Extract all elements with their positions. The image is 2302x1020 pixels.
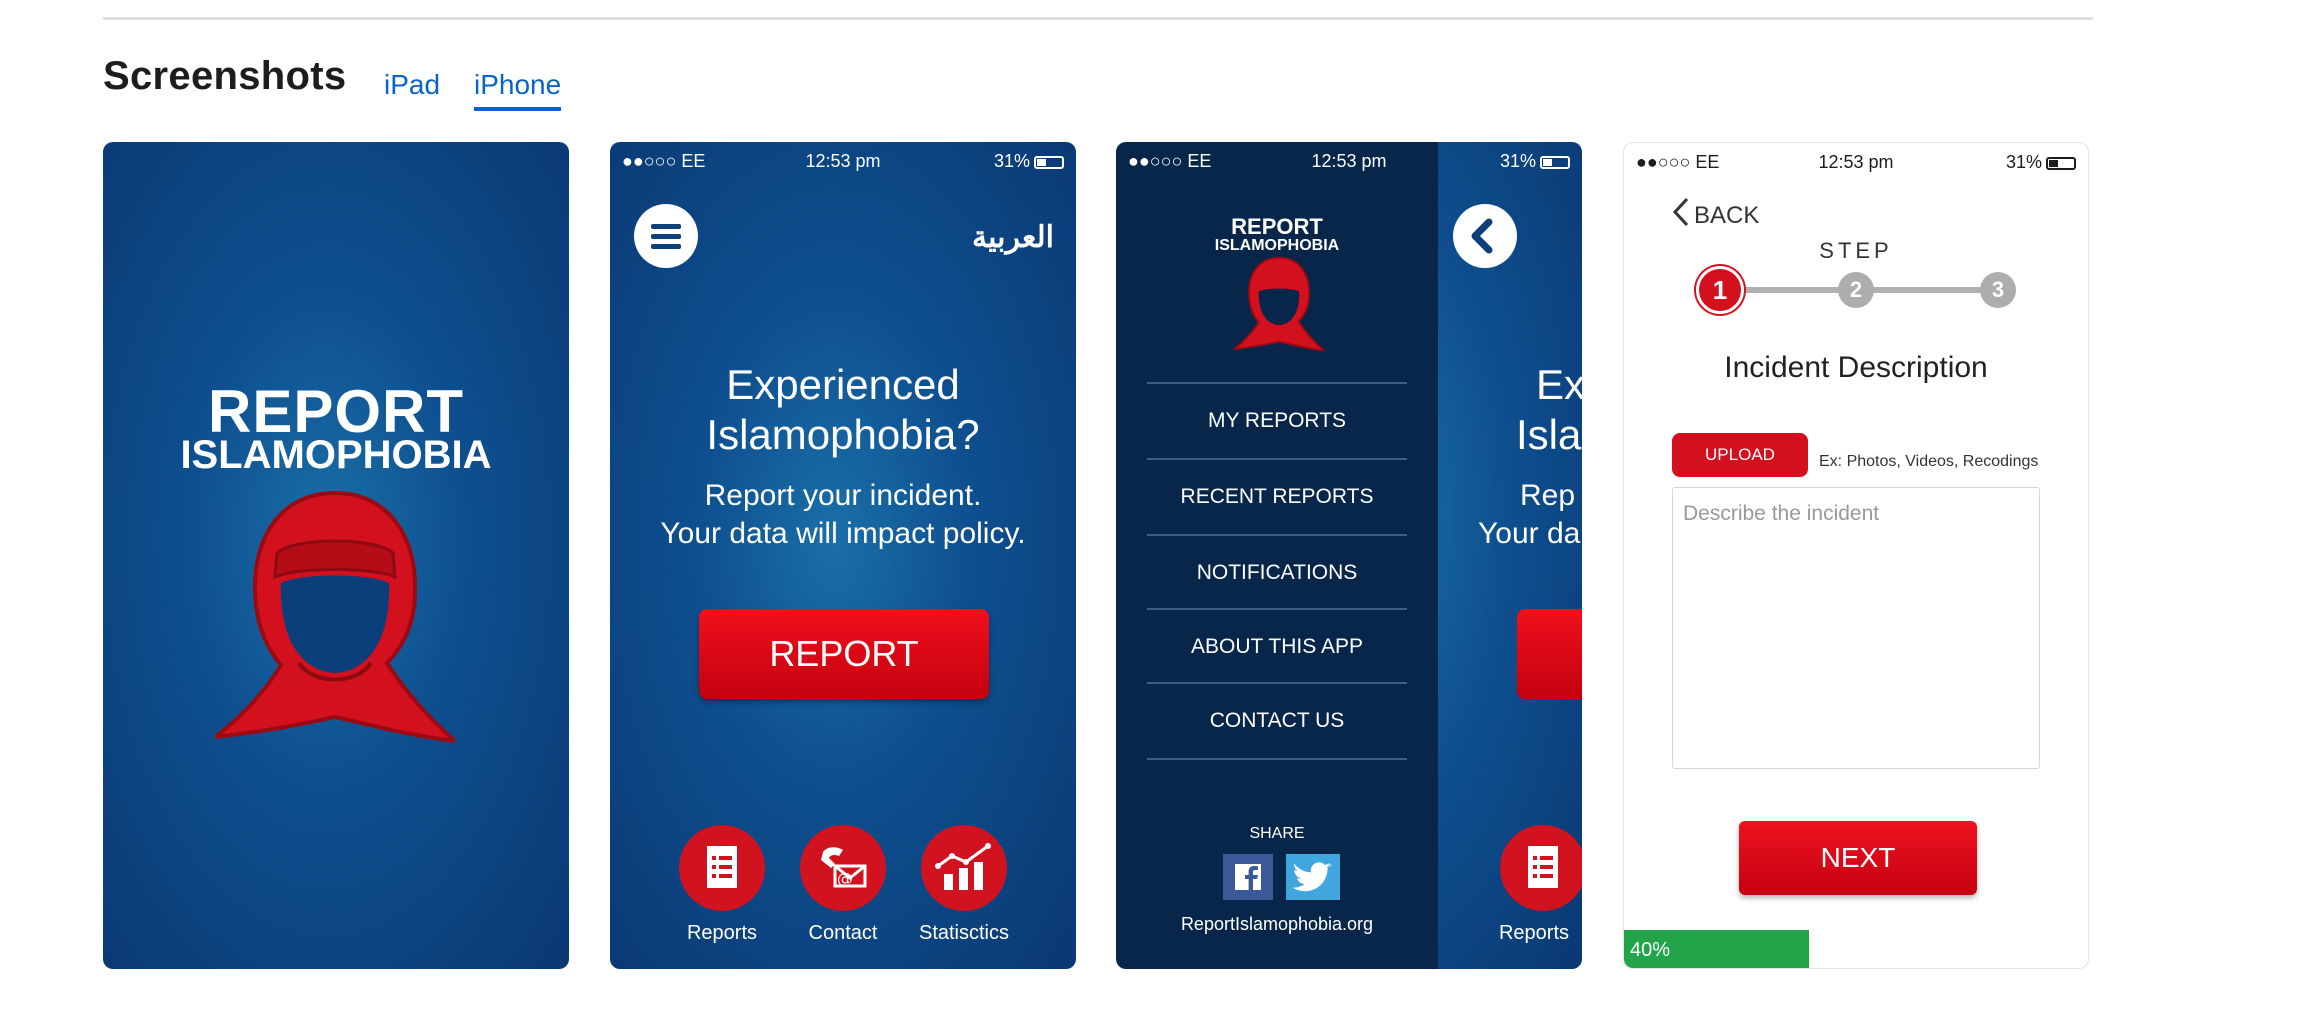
back-button[interactable]: BACK xyxy=(1672,197,1759,230)
peek-reports-label: Reports xyxy=(1498,922,1570,944)
back-label: BACK xyxy=(1694,202,1760,229)
battery-indicator: 31% xyxy=(994,151,1064,172)
step-3-indicator: 3 xyxy=(1980,272,2016,308)
step-label: STEP xyxy=(1819,238,1893,263)
svg-text:@: @ xyxy=(837,869,853,888)
side-drawer: REPORT ISLAMOPHOBIA MY REPORTS RECENT RE… xyxy=(1116,142,1438,969)
chevron-left-icon xyxy=(1672,197,1689,227)
description-textarea[interactable]: Describe the incident xyxy=(1672,487,2040,769)
twitter-icon[interactable] xyxy=(1286,854,1340,900)
language-toggle[interactable]: العربية xyxy=(972,220,1054,255)
share-label: SHARE xyxy=(1249,825,1305,842)
screenshot-incident-form[interactable]: ●●○○○ EE 12:53 pm 31% BACK STEP 1 2 3 In… xyxy=(1623,142,2089,969)
menu-item-my-reports[interactable]: MY REPORTS xyxy=(1147,382,1407,458)
battery-indicator: 31% xyxy=(2006,152,2076,173)
peek-headline: Ex Isla xyxy=(1516,361,1582,458)
step-1-indicator: 1 xyxy=(1696,266,1744,314)
contact-icon[interactable]: @ xyxy=(800,825,886,911)
peek-subheadline: Rep Your da xyxy=(1478,479,1581,550)
step-2-indicator: 2 xyxy=(1838,272,1874,308)
form-title: Incident Description xyxy=(1724,351,1988,384)
reports-label: Reports xyxy=(686,922,758,944)
section-divider xyxy=(103,17,2093,20)
brand-subtitle: ISLAMOPHOBIA xyxy=(180,433,492,477)
website-link[interactable]: ReportIslamophobia.org xyxy=(1116,914,1438,935)
screenshot-home[interactable]: ●●○○○ EE 12:53 pm 31% العربية Experience… xyxy=(610,142,1076,969)
screenshot-splash[interactable]: REPORT ISLAMOPHOBIA xyxy=(103,142,569,969)
next-button[interactable]: NEXT xyxy=(1739,821,1977,895)
hijab-logo-icon xyxy=(1234,256,1324,352)
close-menu-button[interactable] xyxy=(1453,204,1517,268)
reports-icon[interactable] xyxy=(679,825,765,911)
battery-icon xyxy=(1034,156,1064,169)
hijab-logo-icon xyxy=(215,490,455,744)
drawer-brand-subtitle: ISLAMOPHOBIA xyxy=(1214,237,1340,254)
section-title: Screenshots xyxy=(103,54,347,98)
facebook-icon[interactable] xyxy=(1223,854,1273,900)
upload-button[interactable]: UPLOAD xyxy=(1672,433,1808,477)
home-headline: Experienced Islamophobia? xyxy=(706,361,980,458)
progress-bar: 40% xyxy=(1624,930,1809,968)
status-bar: ●●○○○ EE 12:53 pm 31% xyxy=(1116,142,1582,178)
menu-item-notifications[interactable]: NOTIFICATIONS xyxy=(1147,534,1407,610)
tab-ipad[interactable]: iPad xyxy=(384,71,440,99)
report-button[interactable]: REPORT xyxy=(699,609,989,699)
chevron-left-icon xyxy=(1471,218,1493,254)
battery-icon xyxy=(1540,156,1570,169)
peek-reports-icon xyxy=(1500,825,1582,911)
peek-report-button xyxy=(1517,609,1582,699)
upload-hint: Ex: Photos, Videos, Recodings xyxy=(1819,453,2039,470)
status-bar: ●●○○○ EE 12:53 pm 31% xyxy=(1624,143,2088,179)
statistics-label: Statisctics xyxy=(918,922,1010,944)
menu-item-contact[interactable]: CONTACT US xyxy=(1147,682,1407,760)
home-peek: Ex Isla Rep Your da Reports xyxy=(1438,142,1582,969)
home-subheadline: Report your incident. Your data will imp… xyxy=(660,479,1026,550)
menu-item-about[interactable]: ABOUT THIS APP xyxy=(1147,608,1407,684)
battery-indicator: 31% xyxy=(1500,151,1570,172)
battery-icon xyxy=(2046,157,2076,170)
drawer-brand-title: REPORT xyxy=(1231,214,1323,239)
contact-label: Contact xyxy=(808,922,878,944)
screenshot-side-menu[interactable]: Ex Isla Rep Your da Reports REPORT ISLAMOP… xyxy=(1116,142,1582,969)
status-bar: ●●○○○ EE 12:53 pm 31% xyxy=(610,142,1076,178)
tab-iphone[interactable]: iPhone xyxy=(474,71,562,111)
hamburger-menu-button[interactable] xyxy=(634,204,698,268)
menu-item-recent-reports[interactable]: RECENT REPORTS xyxy=(1147,458,1407,534)
statistics-icon[interactable] xyxy=(921,825,1007,911)
